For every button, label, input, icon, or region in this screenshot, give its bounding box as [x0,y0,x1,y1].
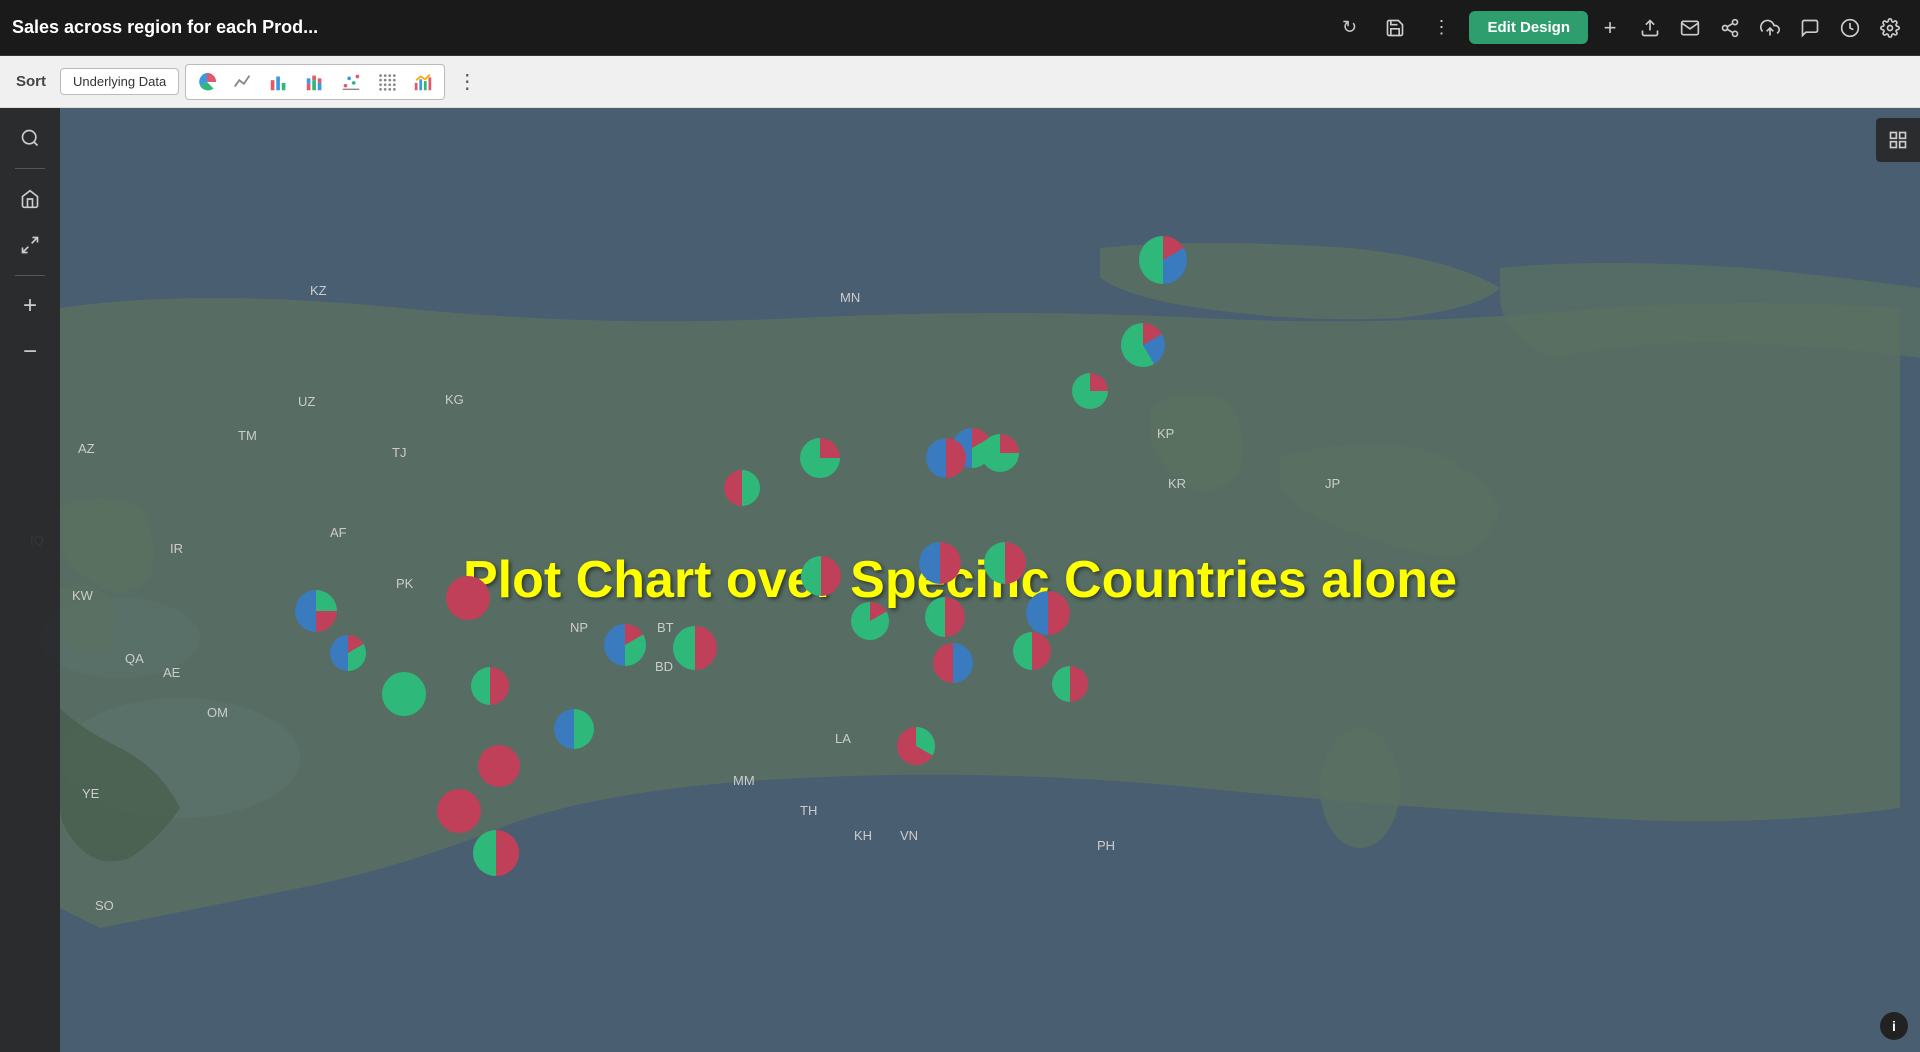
info-button[interactable]: i [1880,1012,1908,1040]
sort-button[interactable]: Sort [8,69,54,94]
more-vert-icon[interactable]: ⋮ [1423,10,1459,46]
chat-icon[interactable] [1792,10,1828,46]
save-icon[interactable] [1377,10,1413,46]
line-chart-type[interactable] [226,67,260,97]
refresh-icon[interactable]: ↻ [1331,10,1367,46]
search-button[interactable] [10,118,50,158]
share-icon[interactable] [1712,10,1748,46]
zoom-in-button[interactable]: + [10,286,50,326]
right-sidebar-button[interactable] [1876,118,1920,162]
combo-chart-type[interactable] [406,67,440,97]
map-container: + − KZ MN UZ KG TM TJ AF KP KR JP AZ IQ … [0,108,1920,1052]
toolbar: Sort Underlying Data ⋮ [0,56,1920,108]
page-title: Sales across region for each Prod... [12,17,1321,38]
scatter-chart-type[interactable] [334,67,368,97]
underlying-data-button[interactable]: Underlying Data [60,68,179,95]
stacked-bar-chart-type[interactable] [298,67,332,97]
overlay-text: Plot Chart over Specific Countries alone [463,550,1457,610]
sidebar-divider-2 [15,275,45,276]
pie-chart-type[interactable] [190,67,224,97]
more-options-button[interactable]: ⋮ [451,65,483,98]
expand-button[interactable] [10,225,50,265]
mail-icon[interactable] [1672,10,1708,46]
left-sidebar: + − [0,108,60,1052]
settings-icon[interactable] [1872,10,1908,46]
chart-type-group [185,64,445,100]
header-actions: Edit Design + [1469,10,1908,46]
bar-chart-type[interactable] [262,67,296,97]
zoom-out-button[interactable]: − [10,332,50,372]
home-button[interactable] [10,179,50,219]
edit-design-button[interactable]: Edit Design [1469,11,1588,44]
sidebar-divider-1 [15,168,45,169]
header: Sales across region for each Prod... ↻ ⋮… [0,0,1920,56]
add-icon[interactable]: + [1592,10,1628,46]
cloud-upload-icon[interactable] [1752,10,1788,46]
dot-matrix-chart-type[interactable] [370,67,404,97]
upload-icon[interactable] [1632,10,1668,46]
history-icon[interactable] [1832,10,1868,46]
